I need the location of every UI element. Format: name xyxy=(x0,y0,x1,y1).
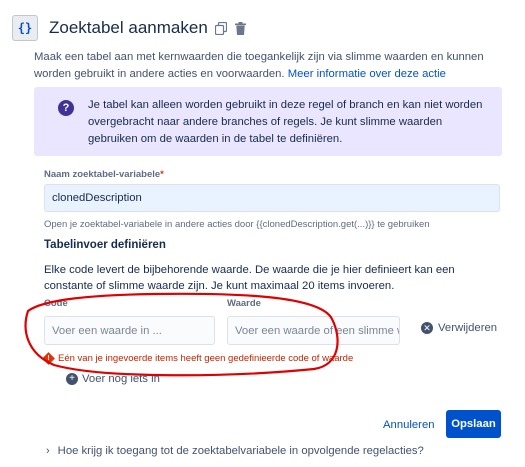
required-marker: * xyxy=(160,169,164,180)
remove-row-button[interactable]: ✕ Verwijderen xyxy=(421,322,497,334)
code-column-label: Code xyxy=(44,298,68,309)
error-text: Eén van je ingevoerde items heeft geen g… xyxy=(58,353,354,364)
curly-braces-icon: {} xyxy=(12,15,38,41)
info-text: Je tabel kan alleen worden gebruikt in d… xyxy=(88,99,483,145)
table-section-description: Elke code levert de bijbehorende waarde.… xyxy=(44,264,455,292)
plus-icon: + xyxy=(66,373,78,385)
remove-icon: ✕ xyxy=(421,322,433,334)
add-entry-label: Voer nog iets in xyxy=(82,373,160,385)
page-title: Zoektabel aanmaken xyxy=(49,18,208,37)
question-icon: ? xyxy=(58,100,74,116)
copy-icon[interactable] xyxy=(214,21,228,35)
variable-helper-text: Open je zoektabel-variabele in andere ac… xyxy=(44,219,430,230)
remove-label: Verwijderen xyxy=(438,322,498,334)
variable-name-label: Naam zoektabel-variabele* xyxy=(44,169,164,180)
cancel-button[interactable]: Annuleren xyxy=(378,413,440,437)
chevron-right-icon: › xyxy=(46,445,50,457)
info-panel: ? Je tabel kan alleen worden gebruikt in… xyxy=(34,87,502,156)
learn-more-link[interactable]: Meer informatie over deze actie xyxy=(288,68,446,80)
code-input[interactable]: Voer een waarde in ... xyxy=(44,316,215,345)
variable-name-input[interactable]: clonedDescription xyxy=(44,184,500,212)
add-entry-button[interactable]: + Voer nog iets in xyxy=(66,373,160,385)
page-header: {} Zoektabel aanmaken xyxy=(12,14,248,42)
variable-name-label-text: Naam zoektabel-variabele xyxy=(44,169,161,180)
action-description: Maak een tabel aan met kernwaarden die t… xyxy=(34,49,504,83)
save-button[interactable]: Opslaan xyxy=(446,410,501,438)
error-message: ! Eén van je ingevoerde items heeft geen… xyxy=(42,352,354,365)
badge-glyph: {} xyxy=(17,21,33,35)
value-column-label: Waarde xyxy=(227,298,261,309)
trash-icon[interactable] xyxy=(234,21,248,35)
faq-label: Hoe krijg ik toegang tot de zoektabelvar… xyxy=(57,445,424,457)
error-icon: ! xyxy=(42,352,55,365)
table-section-title: Tabelinvoer definiëren xyxy=(44,239,166,251)
faq-expander[interactable]: › Hoe krijg ik toegang tot de zoektabelv… xyxy=(46,445,424,457)
value-input[interactable]: Voer een waarde of een slimme wa xyxy=(227,316,400,345)
